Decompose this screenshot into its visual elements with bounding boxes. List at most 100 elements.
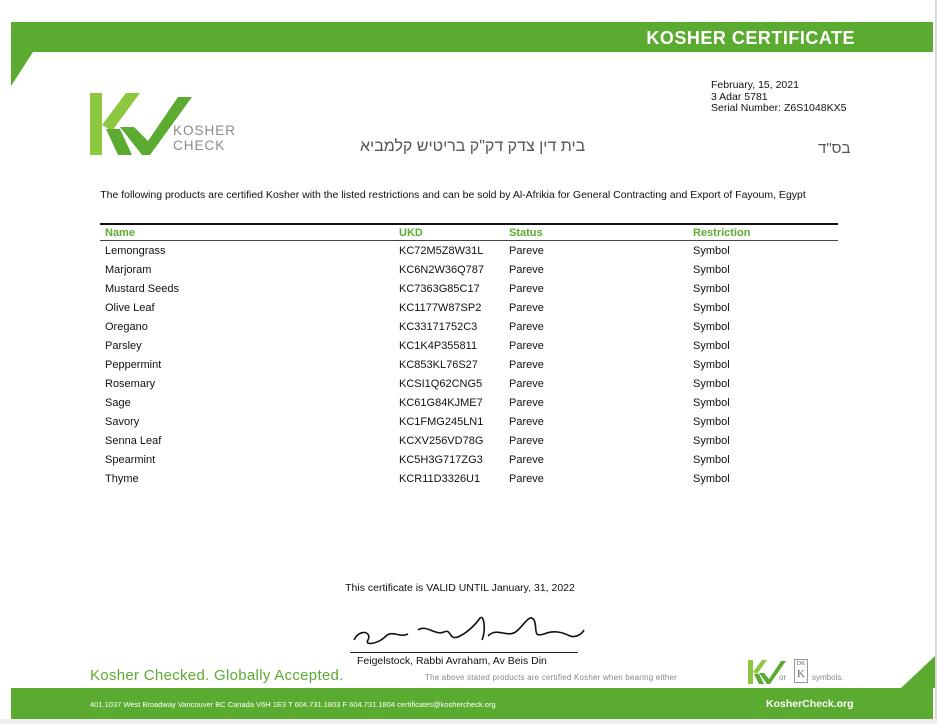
cell-name: Marjoram — [105, 263, 152, 276]
logo-word-check: CHECK — [173, 138, 226, 153]
cell-status: Pareve — [509, 244, 544, 257]
table-header-row: Name UKD Status Restriction — [100, 225, 838, 241]
table-body: Lemongrass KC72M5Z8W31L Pareve Symbol Marjor… — [100, 241, 838, 488]
cell-name: Senna Leaf — [105, 434, 162, 447]
header-corner-accent — [11, 52, 33, 86]
cell-ukd: KC33171752C3 — [399, 320, 478, 333]
cell-restriction: Symbol — [693, 301, 730, 314]
footer-corner-accent — [901, 656, 935, 688]
footer-website: KosherCheck.org — [766, 698, 854, 710]
cell-restriction: Symbol — [693, 263, 730, 276]
cell-restriction: Symbol — [693, 244, 730, 257]
cell-name: Peppermint — [105, 358, 162, 371]
signer-name: Feigelstock, Rabbi Avraham, Av Beis Din — [357, 655, 547, 667]
cell-ukd: KC72M5Z8W31L — [399, 244, 484, 257]
cell-status: Pareve — [509, 263, 544, 276]
cell-ukd: KC1FMG245LN1 — [399, 415, 484, 428]
hebrew-bsd: בס"ד — [818, 140, 851, 157]
footer-symbols-text: symbols. — [812, 673, 844, 682]
validity-statement: This certificate is VALID UNTIL January,… — [345, 582, 575, 594]
issue-date: February, 15, 2021 — [711, 79, 799, 91]
footer-fine-print: The above stated products are certified … — [425, 673, 678, 682]
table-row: Thyme KCR11D3326U1 Pareve Symbol — [100, 469, 838, 488]
cell-restriction: Symbol — [693, 415, 730, 428]
signature-line — [350, 652, 578, 653]
cell-status: Pareve — [509, 472, 544, 485]
cell-status: Pareve — [509, 434, 544, 447]
dk-symbol-letter: K — [797, 668, 805, 680]
intro-statement: The following products are certified Kos… — [100, 189, 806, 201]
cell-ukd: KC61G84KJME7 — [399, 396, 483, 409]
cell-restriction: Symbol — [693, 339, 730, 352]
products-table: Name UKD Status Restriction Lemongrass KC… — [100, 223, 838, 488]
table-row: Parsley KC1K4P355811 Pareve Symbol — [100, 336, 838, 355]
footer-contact-info: 401.1037 West Broadway Vancouver BC Cana… — [90, 700, 496, 709]
header-ukd: UKD — [399, 226, 423, 239]
cell-restriction: Symbol — [693, 320, 730, 333]
cell-ukd: KC7363G85C17 — [399, 282, 480, 295]
cell-status: Pareve — [509, 453, 544, 466]
cell-name: Rosemary — [105, 377, 156, 390]
cell-name: Oregano — [105, 320, 148, 333]
table-row: Savory KC1FMG245LN1 Pareve Symbol — [100, 412, 838, 431]
dk-symbol-top: DK — [796, 661, 806, 667]
cell-ukd: KCXV256VD78G — [399, 434, 484, 447]
cell-status: Pareve — [509, 415, 544, 428]
cell-status: Pareve — [509, 358, 544, 371]
cell-restriction: Symbol — [693, 434, 730, 447]
hebrew-court-name: בית דין צדק דק"ק בריטיש קלמביא — [360, 138, 586, 155]
cell-status: Pareve — [509, 301, 544, 314]
cell-ukd: KC1177W87SP2 — [399, 301, 482, 314]
table-row: Sage KC61G84KJME7 Pareve Symbol — [100, 393, 838, 412]
table-row: Senna Leaf KCXV256VD78G Pareve Symbol — [100, 431, 838, 450]
serial-label: Serial Number: — [711, 102, 782, 114]
cell-status: Pareve — [509, 339, 544, 352]
cell-status: Pareve — [509, 396, 544, 409]
cell-name: Sage — [105, 396, 131, 409]
logo-wordmark: KOSHER CHECK — [173, 123, 236, 153]
cell-restriction: Symbol — [693, 472, 730, 485]
footer-tagline: Kosher Checked. Globally Accepted. — [90, 667, 344, 684]
table-row: Rosemary KCSI1Q62CNG5 Pareve Symbol — [100, 374, 838, 393]
table-row: Spearmint KC5H3G717ZG3 Pareve Symbol — [100, 450, 838, 469]
cell-restriction: Symbol — [693, 453, 730, 466]
table-row: Mustard Seeds KC7363G85C17 Pareve Symbol — [100, 279, 838, 298]
cell-restriction: Symbol — [693, 282, 730, 295]
table-row: Marjoram KC6N2W36Q787 Pareve Symbol — [100, 260, 838, 279]
cell-status: Pareve — [509, 320, 544, 333]
header-restriction: Restriction — [693, 226, 751, 239]
table-row: Peppermint KC853KL76S27 Pareve Symbol — [100, 355, 838, 374]
cell-name: Spearmint — [105, 453, 156, 466]
cell-name: Mustard Seeds — [105, 282, 179, 295]
cell-ukd: KC6N2W36Q787 — [399, 263, 484, 276]
serial-number: Z6S1048KX5 — [783, 102, 847, 114]
cell-ukd: KC5H3G717ZG3 — [399, 453, 483, 466]
cell-name: Parsley — [105, 339, 142, 352]
logo-word-kosher: KOSHER — [173, 123, 237, 138]
cell-ukd: KCSI1Q62CNG5 — [399, 377, 483, 390]
cell-restriction: Symbol — [693, 358, 730, 371]
dk-symbol-icon: DK K — [794, 659, 808, 683]
table-row: Olive Leaf KC1177W87SP2 Pareve Symbol — [100, 298, 838, 317]
cell-ukd: KCR11D3326U1 — [399, 472, 481, 485]
cell-status: Pareve — [509, 282, 544, 295]
cell-name: Savory — [105, 415, 140, 428]
cell-status: Pareve — [509, 377, 544, 390]
cell-name: Thyme — [105, 472, 139, 485]
cell-name: Lemongrass — [105, 244, 166, 257]
cell-ukd: KC853KL76S27 — [399, 358, 478, 371]
certificate-title: KOSHER CERTIFICATE — [646, 28, 855, 48]
footer-or-text: or — [779, 673, 787, 682]
cell-restriction: Symbol — [693, 377, 730, 390]
header-name: Name — [105, 226, 135, 239]
serial-line: Serial Number: Z6S1048KX5 — [711, 102, 847, 115]
certificate-meta: February, 15, 2021 3 Adar 5781 Serial Nu… — [711, 79, 847, 115]
bottom-page-edge — [0, 719, 937, 724]
cell-ukd: KC1K4P355811 — [399, 339, 478, 352]
cell-name: Olive Leaf — [105, 301, 155, 314]
table-row: Lemongrass KC72M5Z8W31L Pareve Symbol — [100, 241, 838, 260]
table-row: Oregano KC33171752C3 Pareve Symbol — [100, 317, 838, 336]
rabbi-signature — [353, 616, 585, 645]
header-status: Status — [509, 226, 543, 239]
cell-restriction: Symbol — [693, 396, 730, 409]
